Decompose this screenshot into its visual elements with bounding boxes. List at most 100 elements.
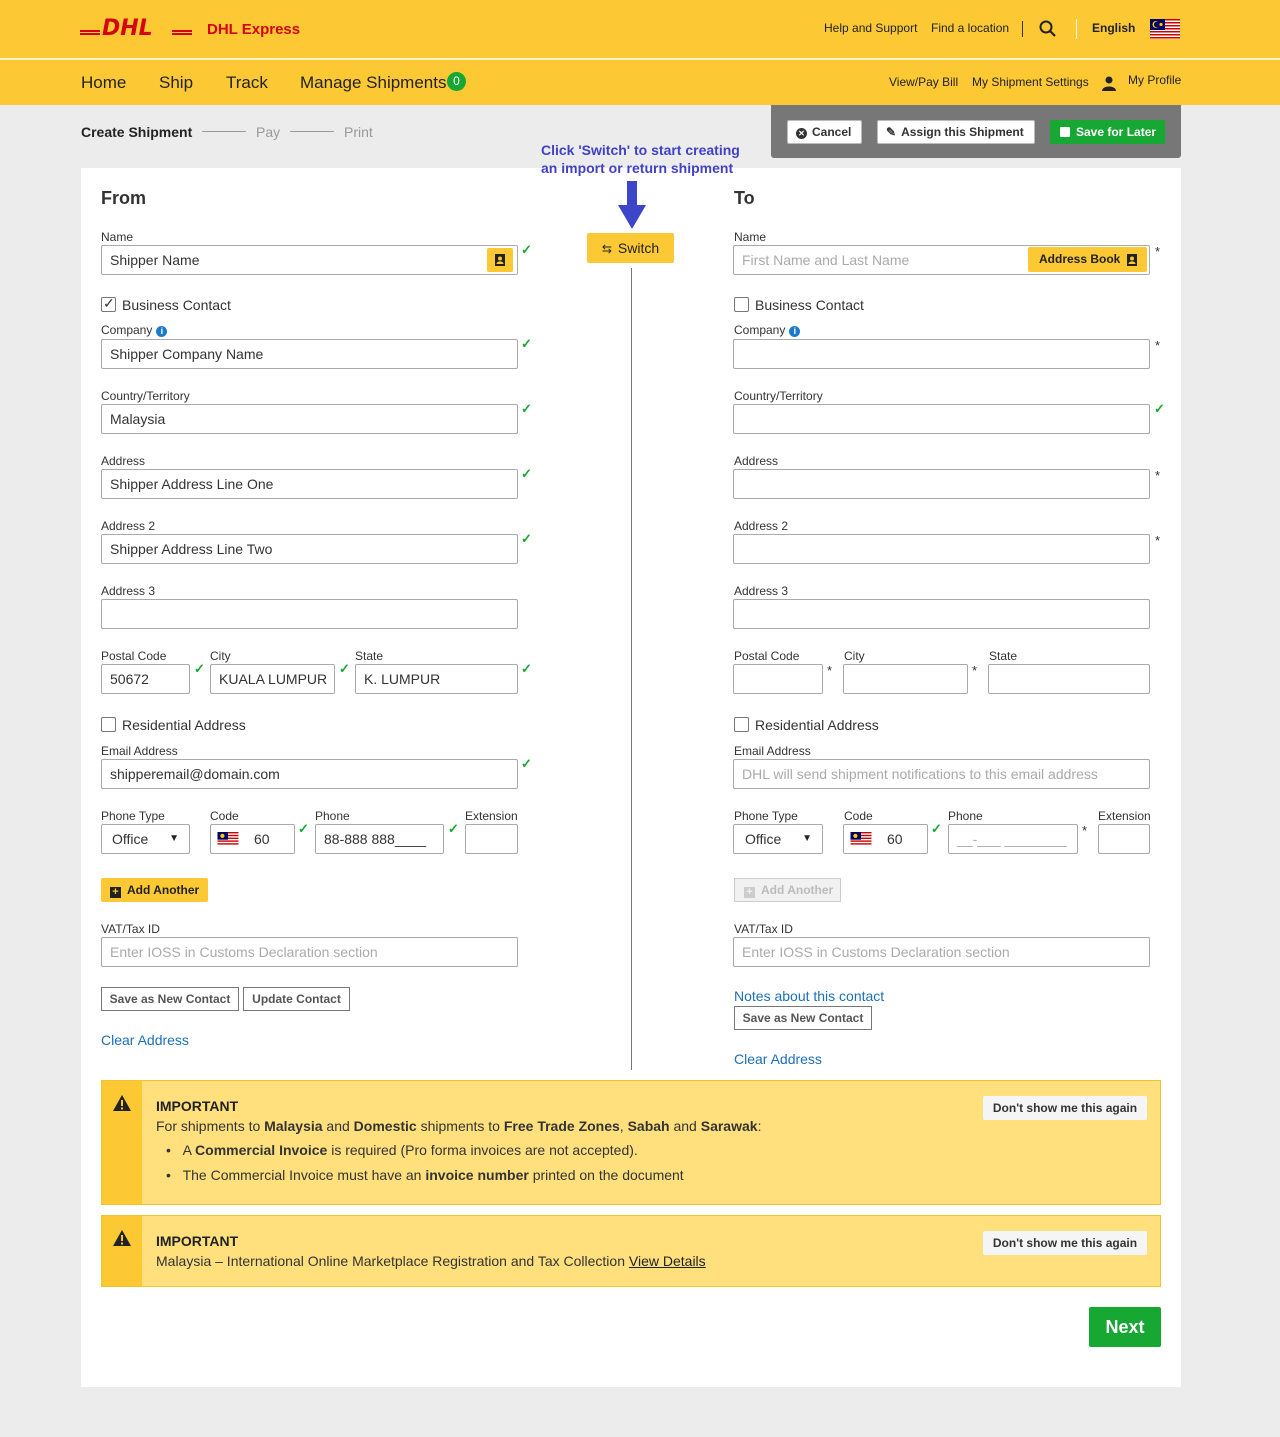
to-business-contact-checkbox[interactable] — [734, 297, 749, 312]
nav-manage-shipments[interactable]: Manage Shipments — [300, 73, 446, 93]
to-country-code-select[interactable]: 60 — [843, 824, 928, 854]
to-address2-input[interactable] — [733, 534, 1150, 564]
from-company-input[interactable]: Shipper Company Name — [101, 339, 518, 369]
notice-text: , — [619, 1118, 628, 1134]
to-extension-input[interactable] — [1098, 824, 1150, 854]
shipment-settings-link[interactable]: My Shipment Settings — [972, 75, 1089, 89]
malaysia-flag-icon — [850, 832, 872, 846]
my-profile-link[interactable]: My Profile — [1128, 73, 1181, 87]
from-save-new-contact-button[interactable]: Save as New Contact — [101, 987, 239, 1011]
view-details-link[interactable]: View Details — [629, 1253, 706, 1269]
search-icon[interactable] — [1039, 20, 1057, 38]
notes-about-contact-link[interactable]: Notes about this contact — [734, 988, 884, 1004]
view-pay-bill-link[interactable]: View/Pay Bill — [889, 75, 958, 89]
notice-text: Malaysia – International Online Marketpl… — [156, 1253, 629, 1269]
from-address-book-button[interactable] — [487, 248, 513, 272]
contact-book-icon — [1127, 254, 1137, 266]
from-to-divider — [631, 268, 632, 1070]
to-address3-input[interactable] — [733, 599, 1150, 629]
to-state-input[interactable] — [988, 664, 1150, 694]
user-icon[interactable] — [1101, 75, 1117, 91]
from-add-another-button[interactable]: + Add Another — [101, 878, 208, 902]
to-city-input[interactable] — [843, 664, 968, 694]
to-residential-checkbox[interactable] — [734, 717, 749, 732]
dont-show-again-button[interactable]: Don't show me this again — [983, 1231, 1147, 1255]
from-company-label: Company i — [101, 323, 168, 337]
caret-down-icon: ▼ — [169, 833, 179, 844]
cancel-button-label: Cancel — [812, 125, 852, 139]
nav-track[interactable]: Track — [226, 73, 268, 93]
to-phone-type-select[interactable]: Office ▼ — [733, 824, 823, 854]
switch-button-label: Switch — [617, 240, 660, 256]
to-vat-input[interactable]: Enter IOSS in Customs Declaration sectio… — [733, 937, 1150, 967]
to-clear-address-link[interactable]: Clear Address — [734, 1051, 822, 1067]
to-country-input[interactable] — [733, 404, 1150, 434]
from-address2-input[interactable]: Shipper Address Line Two — [101, 534, 518, 564]
valid-check-icon: ✓ — [1154, 401, 1165, 416]
nav-ship[interactable]: Ship — [159, 73, 193, 93]
save-for-later-button[interactable]: Save for Later — [1050, 120, 1165, 144]
valid-check-icon: ✓ — [521, 531, 532, 546]
from-city-input[interactable]: KUALA LUMPUR — [210, 664, 335, 694]
to-address-input[interactable] — [733, 469, 1150, 499]
to-address3-label: Address 3 — [734, 584, 789, 598]
to-address2-label: Address 2 — [734, 519, 789, 533]
from-name-label: Name — [101, 230, 134, 244]
from-name-input[interactable]: Shipper Name — [101, 245, 518, 275]
to-save-new-contact-button[interactable]: Save as New Contact — [734, 1006, 872, 1030]
from-vat-input[interactable]: Enter IOSS in Customs Declaration sectio… — [101, 937, 518, 967]
from-postal-input[interactable]: 50672 — [101, 664, 190, 694]
to-vat-label: VAT/Tax ID — [734, 922, 793, 936]
notice-text-bold: Domestic — [353, 1118, 417, 1134]
to-company-input[interactable] — [733, 339, 1150, 369]
to-residential-label: Residential Address — [755, 717, 879, 733]
to-email-input[interactable]: DHL will send shipment notifications to … — [733, 759, 1150, 789]
from-email-input[interactable]: shipperemail@domain.com — [101, 759, 518, 789]
info-icon[interactable]: i — [156, 326, 168, 337]
from-country-label: Country/Territory — [101, 389, 190, 403]
contact-book-icon — [495, 254, 505, 266]
nav-home[interactable]: Home — [81, 73, 126, 93]
to-address-book-button[interactable]: Address Book — [1028, 247, 1147, 272]
to-postal-input[interactable] — [733, 664, 823, 694]
from-phone-input[interactable]: 88-888 888____ — [315, 824, 444, 854]
to-add-another-label: Add Another — [761, 883, 834, 897]
help-support-link[interactable]: Help and Support — [824, 21, 917, 35]
cancel-button[interactable]: ✕ Cancel — [787, 120, 862, 144]
from-clear-address-link[interactable]: Clear Address — [101, 1032, 189, 1048]
next-button[interactable]: Next — [1089, 1307, 1161, 1347]
info-icon[interactable]: i — [789, 326, 801, 337]
to-extension-label: Extension — [1098, 809, 1151, 823]
language-selector[interactable]: English — [1092, 21, 1135, 35]
from-code-label: Code — [210, 809, 239, 823]
to-address-label: Address — [734, 454, 779, 468]
arrow-down-icon — [618, 181, 646, 229]
dont-show-again-button[interactable]: Don't show me this again — [983, 1096, 1147, 1120]
from-address-input[interactable]: Shipper Address Line One — [101, 469, 518, 499]
find-location-link[interactable]: Find a location — [931, 21, 1009, 35]
from-phone-type-select[interactable]: Office ▼ — [101, 824, 190, 854]
from-country-input[interactable]: Malaysia — [101, 404, 518, 434]
valid-check-icon: ✓ — [521, 756, 532, 771]
valid-check-icon: ✓ — [298, 821, 309, 836]
from-address3-input[interactable] — [101, 599, 518, 629]
update-contact-button[interactable]: Update Contact — [243, 987, 350, 1011]
swap-arrows-icon: ⇆ — [601, 242, 612, 256]
valid-check-icon: ✓ — [521, 336, 532, 351]
from-extension-input[interactable] — [465, 824, 518, 854]
to-add-another-button[interactable]: + Add Another — [734, 878, 841, 902]
from-residential-checkbox[interactable] — [101, 717, 116, 732]
from-state-input[interactable]: K. LUMPUR — [355, 664, 518, 694]
from-address-label: Address — [101, 454, 146, 468]
dhl-logo[interactable]: DHL — [80, 18, 192, 38]
to-city-label: City — [844, 649, 865, 663]
switch-hint-line1: Click 'Switch' to start creating — [541, 142, 740, 158]
switch-button[interactable]: ⇆ Switch — [587, 233, 674, 263]
assign-shipment-button[interactable]: ✎ Assign this Shipment — [877, 120, 1035, 144]
to-phone-input[interactable]: __-___ ________ — [948, 824, 1078, 854]
from-business-contact-checkbox[interactable]: ✓ — [101, 295, 116, 312]
notice-text: and — [322, 1118, 354, 1134]
malaysia-flag-icon[interactable] — [1150, 19, 1180, 39]
from-vat-label: VAT/Tax ID — [101, 922, 160, 936]
from-country-code-select[interactable]: 60 — [210, 824, 295, 854]
